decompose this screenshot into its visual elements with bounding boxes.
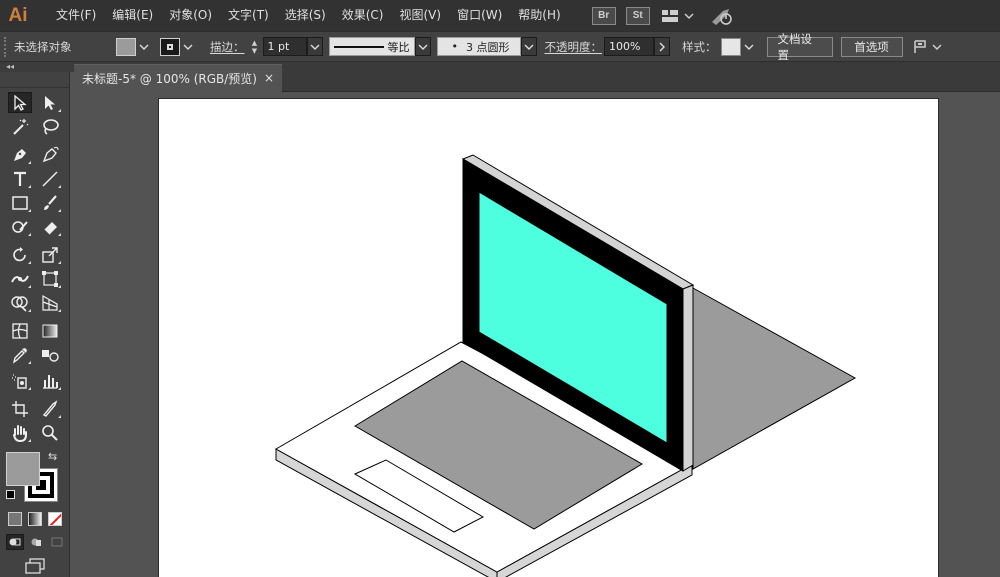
fill-color-swatch[interactable] bbox=[116, 37, 136, 56]
stroke-weight-dropdown-chevron-icon[interactable] bbox=[306, 37, 323, 56]
arrange-documents-button[interactable] bbox=[661, 8, 695, 24]
panel-collapse-icon[interactable]: ◂◂ bbox=[0, 62, 74, 72]
rotate-tool-icon[interactable] bbox=[8, 244, 32, 265]
bridge-icon[interactable]: Br bbox=[591, 6, 616, 25]
shaper-tool-icon[interactable] bbox=[8, 216, 32, 237]
gpu-performance-button[interactable] bbox=[709, 6, 735, 26]
stroke-label[interactable]: 描边： bbox=[210, 39, 245, 55]
draw-behind-icon[interactable] bbox=[27, 534, 45, 550]
menu-bar: Ai 文件(F) 编辑(E) 对象(O) 文字(T) 选择(S) 效果(C) 视… bbox=[0, 0, 1000, 31]
stock-icon[interactable]: St bbox=[625, 6, 650, 25]
default-colors-icon[interactable] bbox=[6, 490, 15, 499]
preferences-button[interactable]: 首选项 bbox=[840, 36, 903, 57]
uniform-profile-line bbox=[333, 45, 384, 48]
eyedropper-tool-icon[interactable] bbox=[8, 344, 32, 365]
menu-window[interactable]: 窗口(W) bbox=[449, 0, 510, 31]
opacity-label[interactable]: 不透明度： bbox=[545, 39, 603, 55]
brush-label: 3 点圆形 bbox=[466, 40, 510, 54]
app-logo: Ai bbox=[8, 4, 28, 26]
stroke-weight-field[interactable]: 1 pt bbox=[262, 37, 307, 56]
blend-tool-icon[interactable] bbox=[38, 344, 62, 365]
document-tab-title: 未标题-5* @ 100% (RGB/预览) bbox=[82, 72, 257, 86]
style-label: 样式： bbox=[682, 39, 717, 54]
pen-tool-icon[interactable] bbox=[8, 144, 32, 165]
selection-status: 未选择对象 bbox=[14, 39, 72, 54]
close-tab-icon[interactable]: × bbox=[264, 71, 274, 85]
lasso-tool-icon[interactable] bbox=[38, 116, 62, 137]
hand-tool-icon[interactable] bbox=[8, 422, 32, 443]
fill-dropdown-chevron-icon[interactable] bbox=[136, 38, 152, 56]
brush-dropdown-chevron-icon[interactable] bbox=[520, 37, 537, 56]
eraser-tool-icon[interactable] bbox=[38, 216, 62, 237]
variable-width-profile-field[interactable]: 等比 bbox=[328, 37, 415, 56]
style-dropdown-chevron-icon[interactable] bbox=[741, 38, 757, 56]
stroke-weight-spinner-icon[interactable]: ▲ ▼ bbox=[249, 37, 261, 57]
fill-swatch[interactable] bbox=[6, 452, 40, 486]
magic-wand-tool-icon[interactable] bbox=[8, 116, 32, 137]
menu-select[interactable]: 选择(S) bbox=[277, 0, 334, 31]
lid-side-edge bbox=[682, 284, 694, 472]
panel-grip[interactable] bbox=[4, 36, 10, 57]
menu-file[interactable]: 文件(F) bbox=[48, 0, 104, 31]
document-setup-button[interactable]: 文档设置 bbox=[766, 32, 833, 62]
menu-edit[interactable]: 编辑(E) bbox=[104, 0, 161, 31]
brush-dot-icon: • bbox=[451, 40, 459, 53]
gradient-mode-icon[interactable] bbox=[28, 512, 42, 526]
stroke-dropdown-chevron-icon[interactable] bbox=[180, 38, 196, 56]
artboard[interactable] bbox=[158, 98, 939, 577]
graphic-style-swatch[interactable] bbox=[720, 37, 741, 56]
document-tab-strip: 未标题-5* @ 100% (RGB/预览) × bbox=[74, 62, 1000, 92]
free-transform-tool-icon[interactable] bbox=[38, 268, 62, 289]
lid-shadow bbox=[692, 287, 857, 470]
zoom-tool-icon[interactable] bbox=[38, 422, 62, 443]
none-mode-icon[interactable] bbox=[48, 512, 62, 526]
column-graph-tool-icon[interactable] bbox=[38, 370, 62, 391]
menu-effect[interactable]: 效果(C) bbox=[334, 0, 392, 31]
rocket-icon bbox=[711, 8, 732, 25]
control-bar: 未选择对象 描边： ▲ ▼ 1 pt 等比 • 3 点圆形 不透明度： 100% … bbox=[0, 31, 1000, 62]
swap-fill-stroke-icon[interactable]: ⇆ bbox=[48, 450, 57, 463]
profile-dropdown-chevron-icon[interactable] bbox=[414, 37, 431, 56]
stroke-color-swatch[interactable] bbox=[160, 37, 180, 56]
opacity-expand-chevron-icon[interactable] bbox=[654, 37, 670, 56]
document-tab[interactable]: 未标题-5* @ 100% (RGB/预览) × bbox=[74, 64, 282, 92]
tools-panel: ⇆ bbox=[0, 72, 70, 577]
line-segment-tool-icon[interactable] bbox=[38, 168, 62, 189]
arrange-documents-icon bbox=[661, 9, 694, 22]
gradient-tool-icon[interactable] bbox=[38, 320, 62, 341]
menu-view[interactable]: 视图(V) bbox=[391, 0, 449, 31]
selection-tool-icon[interactable] bbox=[8, 92, 32, 113]
brush-definition-field[interactable]: • 3 点圆形 bbox=[436, 37, 521, 56]
tools-panel-header[interactable] bbox=[0, 72, 69, 88]
draw-normal-icon[interactable] bbox=[6, 534, 24, 550]
menu-object[interactable]: 对象(O) bbox=[161, 0, 220, 31]
symbol-sprayer-tool-icon[interactable] bbox=[8, 370, 32, 391]
laptop-illustration bbox=[274, 154, 857, 577]
menu-help[interactable]: 帮助(H) bbox=[510, 0, 568, 31]
perspective-grid-tool-icon[interactable] bbox=[38, 292, 62, 313]
arrange-panel-button[interactable] bbox=[913, 39, 947, 55]
curvature-tool-icon[interactable] bbox=[38, 144, 62, 165]
type-tool-icon[interactable] bbox=[8, 168, 32, 189]
canvas-area[interactable] bbox=[74, 92, 1000, 577]
direct-selection-tool-icon[interactable] bbox=[38, 92, 62, 113]
color-mode-icon[interactable] bbox=[8, 512, 22, 526]
mesh-tool-icon[interactable] bbox=[8, 320, 32, 341]
rectangle-tool-icon[interactable] bbox=[8, 192, 32, 213]
opacity-field[interactable]: 100% bbox=[604, 37, 654, 56]
panel-menu-icon bbox=[913, 39, 942, 53]
shape-builder-tool-icon[interactable] bbox=[8, 292, 32, 313]
draw-inside-icon[interactable] bbox=[48, 534, 66, 550]
scale-tool-icon[interactable] bbox=[38, 244, 62, 265]
artboard-tool-icon[interactable] bbox=[8, 398, 32, 419]
width-tool-icon[interactable] bbox=[8, 268, 32, 289]
screen-mode-icon[interactable] bbox=[24, 558, 46, 574]
paintbrush-tool-icon[interactable] bbox=[38, 192, 62, 213]
profile-label: 等比 bbox=[387, 40, 410, 54]
slice-tool-icon[interactable] bbox=[38, 398, 62, 419]
menu-type[interactable]: 文字(T) bbox=[220, 0, 277, 31]
